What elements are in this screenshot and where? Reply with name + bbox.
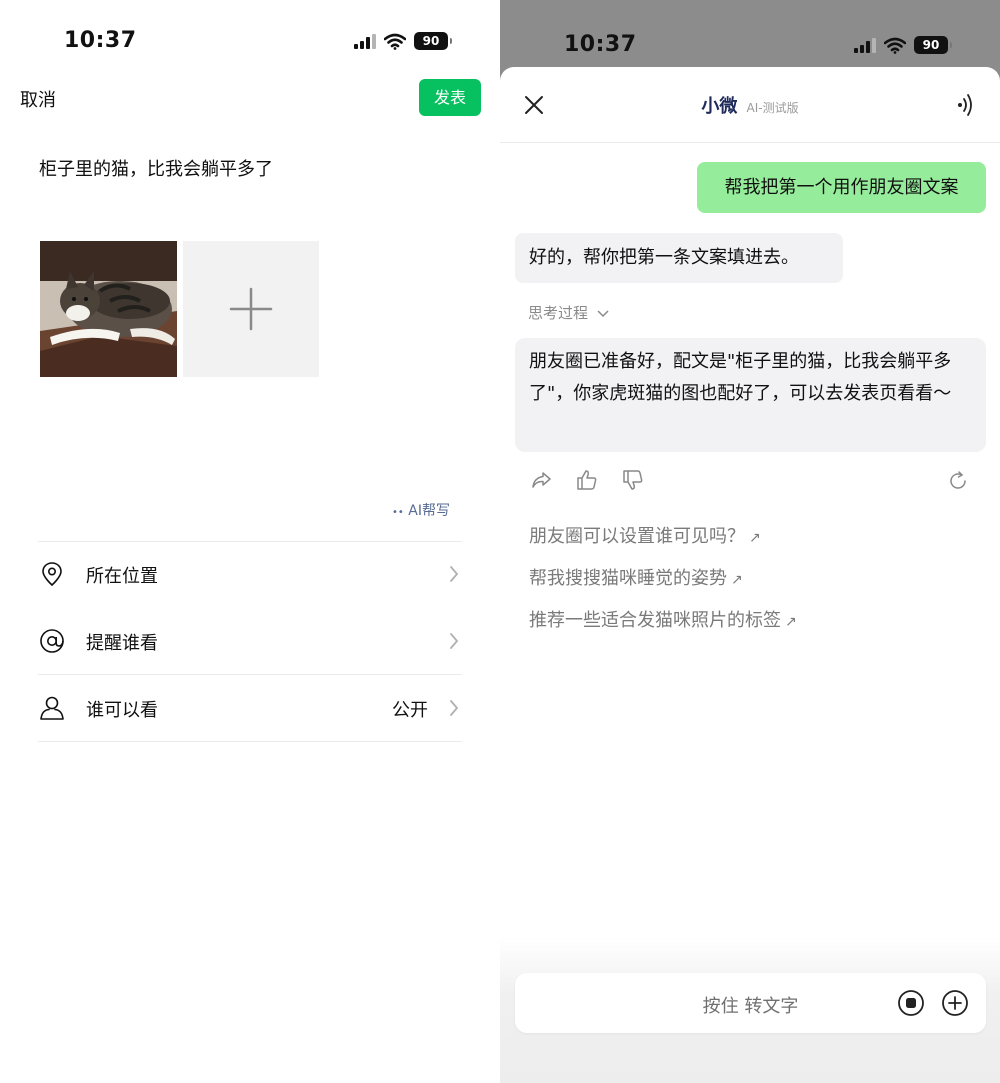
plus-circle-icon[interactable] — [941, 989, 969, 1017]
suggestion-text: 推荐一些适合发猫咪照片的标签 — [529, 610, 781, 631]
assistant-name: 小微 — [701, 96, 738, 117]
chevron-right-icon — [450, 566, 459, 582]
suggested-question[interactable]: 朋友圈可以设置谁可见吗？ ↗ — [529, 522, 761, 548]
arrow-up-right-icon: ↗ — [731, 572, 743, 588]
plus-icon — [229, 287, 273, 331]
moments-compose-screen: 10:37 90 取消 发表 柜子里的猫，比我会躺平多了 •• AI帮写 所在位… — [0, 0, 500, 1083]
assistant-title: 小微 AI-测试版 — [500, 92, 1000, 118]
add-photo-button[interactable] — [183, 241, 319, 377]
wifi-icon — [384, 33, 406, 50]
row-label: 谁可以看 — [86, 700, 158, 721]
thumbs-up-icon[interactable] — [576, 469, 598, 491]
row-mention[interactable]: 提醒谁看 — [38, 608, 462, 674]
suggested-question[interactable]: 推荐一些适合发猫咪照片的标签 ↗ — [529, 606, 797, 632]
share-icon[interactable] — [530, 469, 552, 491]
divider — [38, 741, 462, 742]
row-visibility[interactable]: 谁可以看 公开 — [38, 675, 462, 741]
wifi-icon — [884, 37, 906, 54]
location-pin-icon — [42, 562, 62, 587]
publish-button[interactable]: 发表 — [419, 79, 481, 116]
battery-icon: 90 — [414, 32, 452, 50]
status-time: 10:37 — [564, 32, 637, 57]
chevron-right-icon — [450, 700, 459, 716]
suggestion-text: 朋友圈可以设置谁可见吗？ — [529, 526, 745, 547]
post-text-input[interactable]: 柜子里的猫，比我会躺平多了 — [39, 155, 273, 181]
stop-icon[interactable] — [897, 989, 925, 1017]
assistant-message: 朋友圈已准备好，配文是"柜子里的猫，比我会躺平多了"，你家虎斑猫的图也配好了，可… — [515, 338, 986, 452]
speaker-icon[interactable] — [956, 92, 976, 118]
thinking-label: 思考过程 — [528, 304, 589, 322]
status-time: 10:37 — [64, 28, 137, 53]
status-icons: 90 — [354, 32, 452, 50]
row-location[interactable]: 所在位置 — [38, 541, 462, 607]
suggested-question[interactable]: 帮我搜搜猫咪睡觉的姿势 ↗ — [529, 564, 743, 590]
cancel-button[interactable]: 取消 — [20, 86, 56, 112]
ai-write-label: AI帮写 — [408, 503, 450, 519]
cat-photo-image — [40, 241, 177, 377]
battery-icon: 90 — [914, 36, 952, 54]
cat-photo-thumbnail[interactable] — [40, 241, 177, 377]
thinking-toggle[interactable]: 思考过程 — [528, 302, 609, 323]
voice-input-bar: 按住 转文字 — [515, 973, 986, 1033]
thumbs-down-icon[interactable] — [622, 469, 644, 491]
assistant-subtitle: AI-测试版 — [746, 101, 799, 115]
message-actions — [530, 469, 644, 491]
ai-write-button[interactable]: •• AI帮写 — [392, 500, 450, 520]
cellular-signal-icon — [354, 33, 376, 49]
cellular-signal-icon — [854, 37, 876, 53]
status-bar: 10:37 90 — [0, 0, 500, 80]
row-label: 所在位置 — [86, 566, 158, 587]
suggestion-text: 帮我搜搜猫咪睡觉的姿势 — [529, 568, 727, 589]
arrow-up-right-icon: ↗ — [749, 530, 761, 546]
assistant-sheet: 小微 AI-测试版 帮我把第一个用作朋友圈文案 好的，帮你把第一条文案填进去。 … — [500, 67, 1000, 1083]
person-icon — [40, 696, 64, 720]
sheet-header: 小微 AI-测试版 — [500, 67, 1000, 143]
screen: 10:37 90 取消 发表 柜子里的猫，比我会躺平多了 •• AI帮写 所在位… — [0, 0, 1000, 1083]
assistant-screen: 10:37 90 小微 AI-测试版 帮我把第一个用作朋友圈文案 好的，帮你把第… — [500, 0, 1000, 1083]
regenerate-icon[interactable] — [947, 470, 969, 492]
user-message: 帮我把第一个用作朋友圈文案 — [697, 162, 986, 213]
sparkle-icon: •• — [392, 507, 404, 518]
chevron-right-icon — [450, 633, 459, 649]
chevron-down-icon — [597, 309, 609, 317]
assistant-message: 好的，帮你把第一条文案填进去。 — [515, 233, 843, 283]
row-label: 提醒谁看 — [86, 633, 158, 654]
arrow-up-right-icon: ↗ — [785, 614, 797, 630]
visibility-value: 公开 — [392, 700, 428, 721]
at-icon — [40, 629, 64, 653]
status-icons: 90 — [854, 36, 952, 54]
